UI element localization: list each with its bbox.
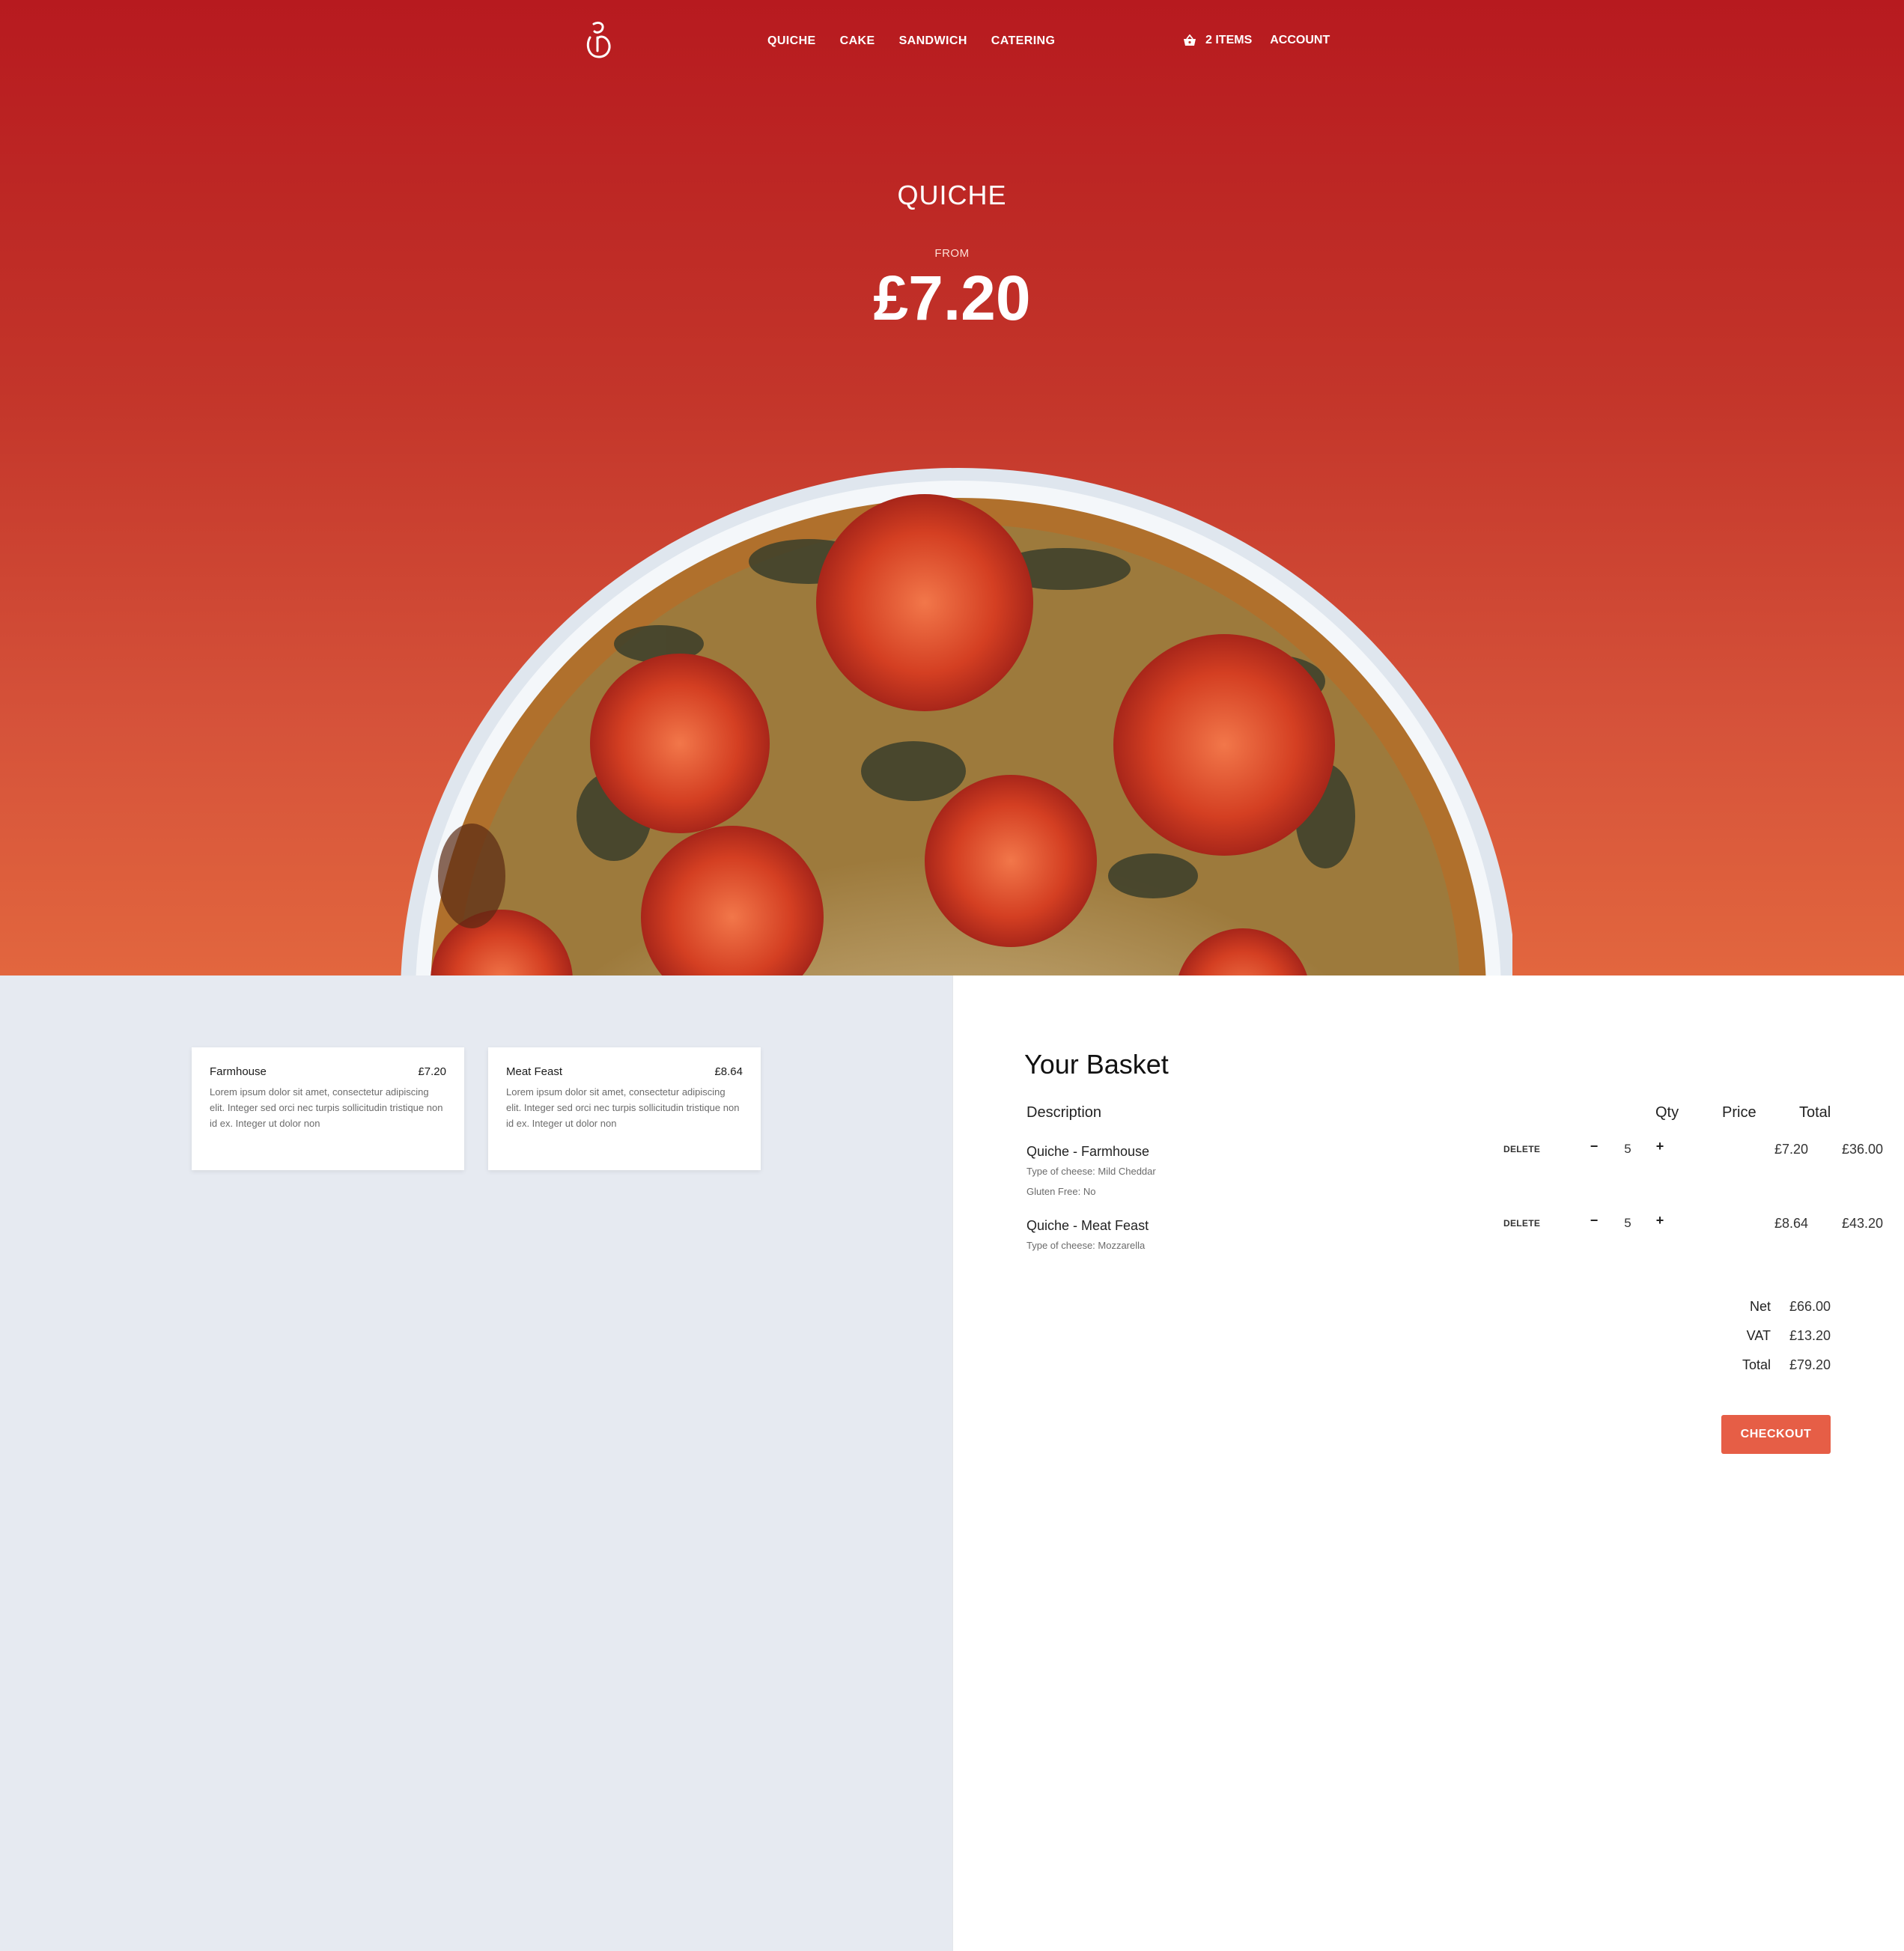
nav-right: 2 ITEMS ACCOUNT: [1183, 34, 1330, 47]
basket-title: Your Basket: [1024, 1049, 1169, 1080]
hero-price: £7.20: [873, 263, 1031, 333]
nav-link-cake[interactable]: CAKE: [840, 34, 875, 48]
hero-section: QUICHE CAKE SANDWICH CATERING 2 ITEMS AC…: [0, 0, 1904, 975]
basket-link[interactable]: 2 ITEMS: [1183, 34, 1252, 47]
nav-link-catering[interactable]: CATERING: [991, 34, 1056, 48]
logo-icon[interactable]: [584, 19, 614, 61]
product-list-panel: Farmhouse £7.20 Lorem ipsum dolor sit am…: [0, 975, 952, 1951]
qty-decrease-button[interactable]: −: [1587, 1139, 1602, 1154]
total-value: £79.20: [1789, 1357, 1831, 1372]
col-header-qty: Qty: [1655, 1104, 1679, 1121]
net-value: £66.00: [1789, 1299, 1831, 1314]
product-card-meat-feast[interactable]: Meat Feast £8.64 Lorem ipsum dolor sit a…: [488, 1047, 761, 1170]
product-description: Lorem ipsum dolor sit amet, consectetur …: [210, 1086, 443, 1129]
qty-increase-button[interactable]: +: [1652, 1213, 1667, 1229]
col-header-total: Total: [1799, 1104, 1831, 1121]
basket-count: 2 ITEMS: [1205, 34, 1253, 46]
qty-increase-button[interactable]: +: [1652, 1139, 1667, 1154]
product-price: £8.64: [714, 1065, 743, 1078]
product-price: £7.20: [418, 1065, 446, 1078]
delete-button[interactable]: DELETE: [1503, 1218, 1540, 1229]
item-total: £36.00: [1841, 1142, 1883, 1157]
qty-value: 5: [1624, 1142, 1631, 1156]
product-name: Meat Feast: [506, 1065, 563, 1078]
col-header-description: Description: [1026, 1104, 1102, 1121]
quiche-image: [401, 468, 1512, 975]
item-option: Gluten Free: No: [1026, 1186, 1096, 1197]
col-header-price: Price: [1722, 1104, 1757, 1121]
product-card-farmhouse[interactable]: Farmhouse £7.20 Lorem ipsum dolor sit am…: [192, 1047, 464, 1170]
product-description: Lorem ipsum dolor sit amet, consectetur …: [506, 1086, 740, 1129]
item-price: £8.64: [1774, 1216, 1808, 1231]
delete-button[interactable]: DELETE: [1503, 1144, 1540, 1154]
checkout-button[interactable]: CHECKOUT: [1721, 1415, 1831, 1454]
item-total: £43.20: [1841, 1216, 1883, 1231]
item-price: £7.20: [1774, 1142, 1808, 1157]
main-nav: QUICHE CAKE SANDWICH CATERING: [767, 34, 1055, 48]
page-title: QUICHE: [897, 180, 1007, 210]
from-label: FROM: [934, 247, 970, 260]
basket-icon: [1184, 34, 1196, 46]
vat-value: £13.20: [1789, 1328, 1831, 1343]
nav-link-quiche[interactable]: QUICHE: [767, 34, 816, 48]
item-name: Quiche - Farmhouse: [1026, 1144, 1150, 1159]
item-option: Type of cheese: Mild Cheddar: [1026, 1166, 1156, 1177]
item-name: Quiche - Meat Feast: [1026, 1218, 1149, 1233]
basket-panel: Your Basket Description Qty Price Total …: [952, 975, 1904, 1951]
product-name: Farmhouse: [210, 1065, 267, 1078]
top-nav: QUICHE CAKE SANDWICH CATERING 2 ITEMS AC…: [0, 0, 1904, 86]
nav-link-sandwich[interactable]: SANDWICH: [899, 34, 967, 48]
item-option: Type of cheese: Mozzarella: [1026, 1240, 1146, 1251]
qty-value: 5: [1624, 1216, 1631, 1230]
account-link[interactable]: ACCOUNT: [1270, 34, 1330, 47]
qty-decrease-button[interactable]: −: [1587, 1213, 1602, 1229]
